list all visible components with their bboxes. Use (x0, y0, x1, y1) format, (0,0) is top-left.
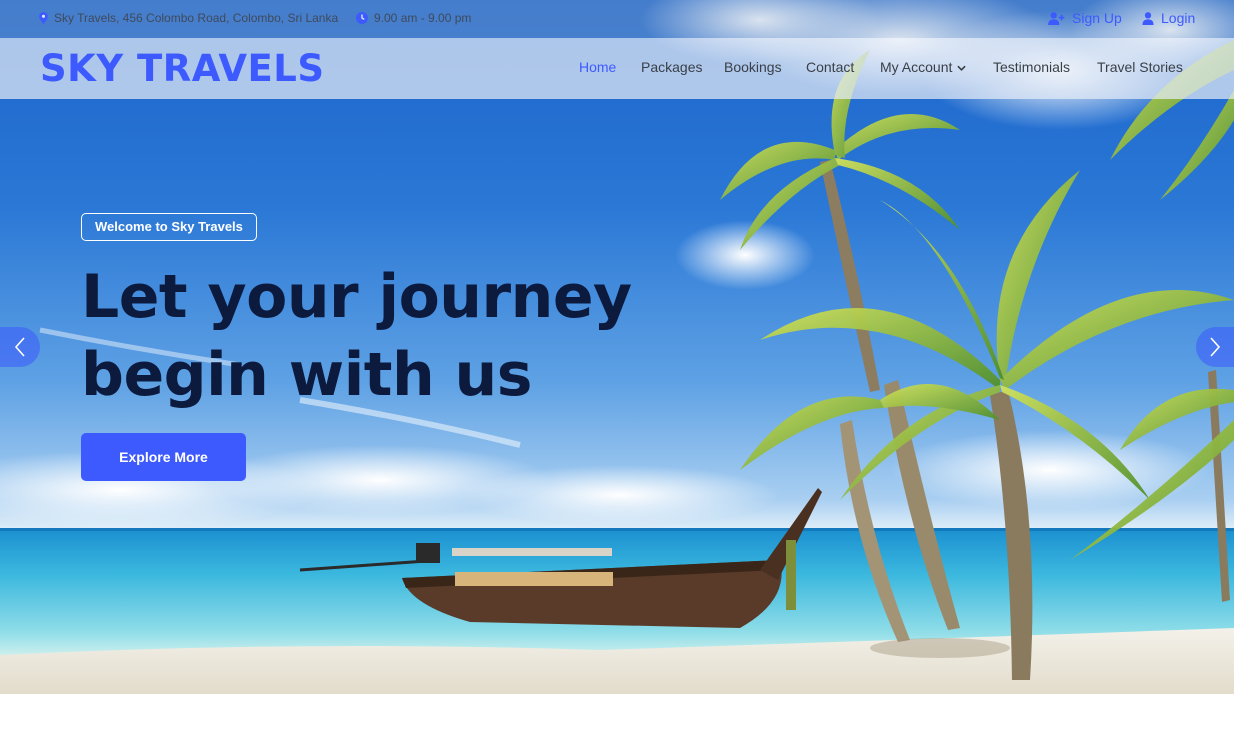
top-info-bar: Sky Travels, 456 Colombo Road, Colombo, … (0, 0, 1234, 38)
nav-item-packages[interactable]: Packages (641, 59, 702, 75)
clock-icon (356, 12, 368, 24)
nav-item-home[interactable]: Home (579, 59, 616, 75)
main-header: SKY TRAVELS Home Packages Bookings Conta… (0, 38, 1234, 99)
nav-item-testimonials[interactable]: Testimonials (993, 59, 1070, 75)
carousel-next-button[interactable] (1196, 327, 1234, 367)
login-label: Login (1161, 10, 1196, 26)
user-plus-icon (1048, 11, 1065, 25)
chevron-down-icon (957, 65, 967, 71)
headline-line-2: begin with us (81, 340, 532, 410)
sign-up-label: Sign Up (1072, 10, 1122, 26)
map-pin-icon (39, 12, 48, 24)
nav-item-bookings[interactable]: Bookings (724, 59, 782, 75)
headline-line-1: Let your journey (81, 262, 632, 332)
nav-item-my-account[interactable]: My Account (880, 59, 967, 75)
hours-text: 9.00 am - 9.00 pm (374, 11, 472, 25)
nav-item-travel-stories[interactable]: Travel Stories (1097, 59, 1183, 75)
hero-headline: Let your journey begin with us (81, 258, 701, 414)
login-link[interactable]: Login (1142, 10, 1195, 26)
user-icon (1142, 11, 1154, 25)
hours-info: 9.00 am - 9.00 pm (356, 11, 471, 25)
my-account-label: My Account (880, 59, 953, 75)
main-nav: Home Packages Bookings Contact My Accoun… (0, 59, 1234, 79)
address-info: Sky Travels, 456 Colombo Road, Colombo, … (39, 11, 338, 25)
carousel-prev-button[interactable] (0, 327, 40, 367)
welcome-badge: Welcome to Sky Travels (81, 213, 257, 241)
explore-more-button[interactable]: Explore More (81, 433, 246, 481)
chevron-left-icon (14, 337, 25, 357)
nav-item-contact[interactable]: Contact (806, 59, 854, 75)
chevron-right-icon (1210, 337, 1221, 357)
sign-up-link[interactable]: Sign Up (1048, 10, 1122, 26)
address-text: Sky Travels, 456 Colombo Road, Colombo, … (54, 11, 339, 25)
